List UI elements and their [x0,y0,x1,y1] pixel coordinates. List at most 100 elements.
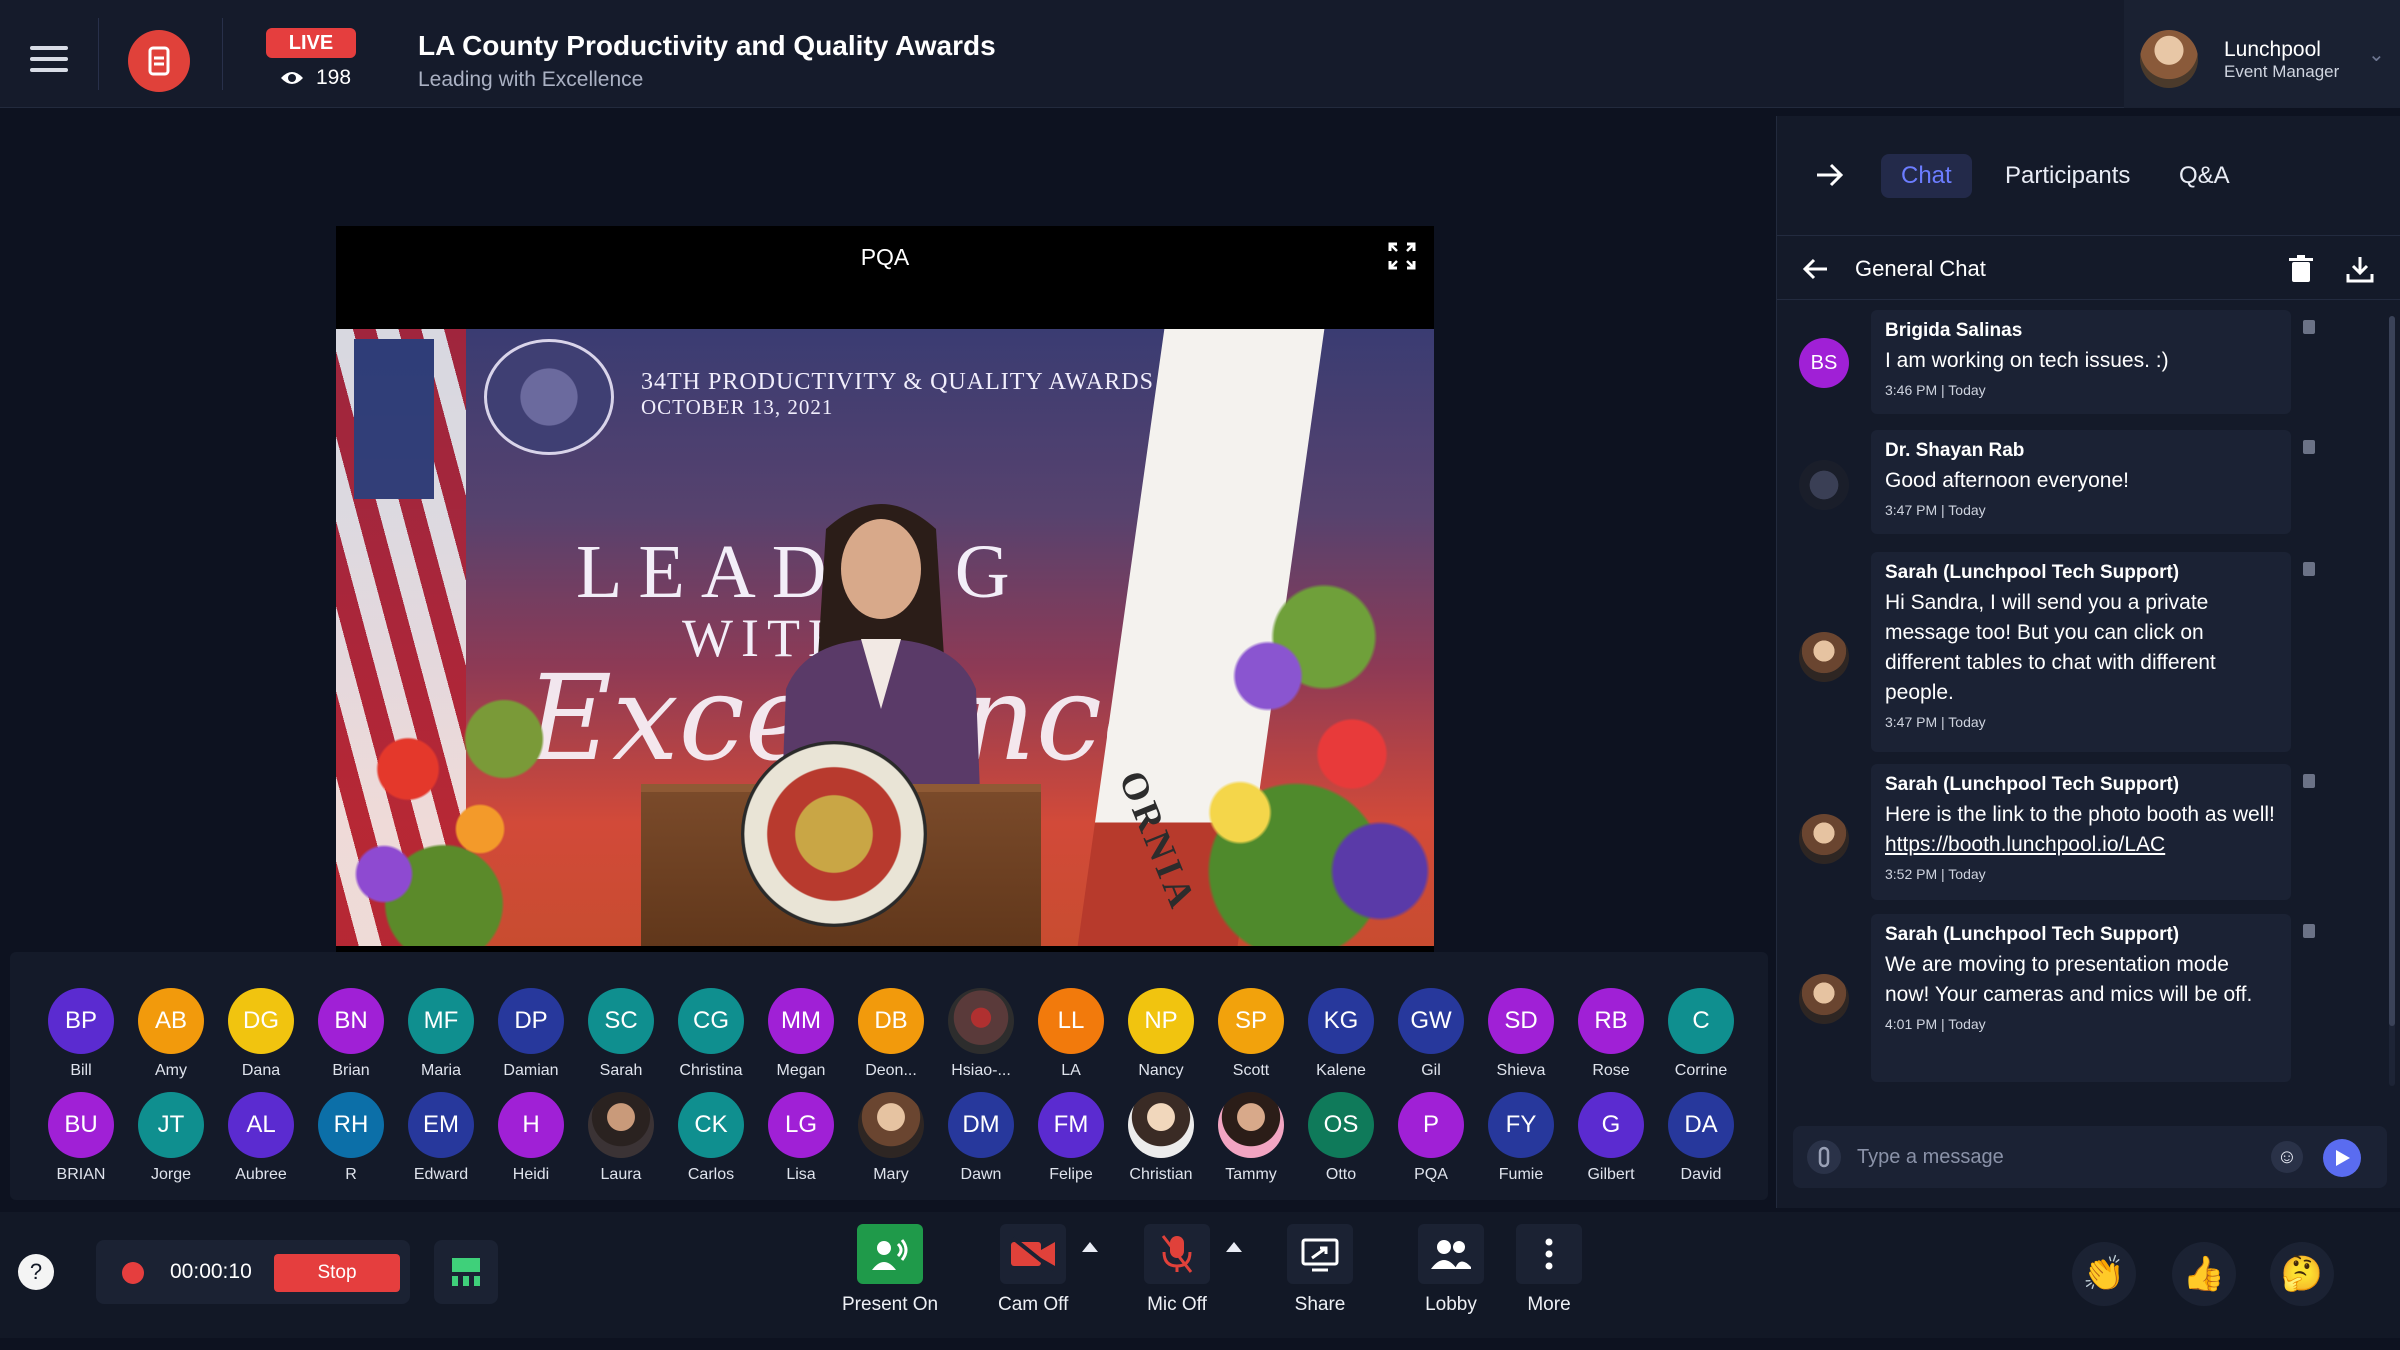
more-button[interactable]: More [1516,1224,1582,1316]
emoji-picker-button[interactable]: ☺ [2271,1141,2303,1173]
camera-label: Cam Off [998,1294,1069,1315]
menu-icon[interactable] [30,46,68,74]
participant-tile[interactable]: Christian [1116,1092,1206,1184]
participant-tile[interactable]: LG Lisa [756,1092,846,1184]
participant-tile[interactable]: BP Bill [36,988,126,1080]
participant-tile[interactable]: G Gilbert [1566,1092,1656,1184]
participant-tile[interactable]: GW Gil [1386,988,1476,1080]
message-sender: Sarah (Lunchpool Tech Support) [1885,774,2180,795]
participant-tile[interactable]: LL LA [1026,988,1116,1080]
participant-tile[interactable]: CG Christina [666,988,756,1080]
participant-tile[interactable]: DP Damian [486,988,576,1080]
participant-tile[interactable]: JT Jorge [126,1092,216,1184]
tab-participants[interactable]: Participants [1985,154,2150,198]
participant-tile[interactable]: BU BRIAN [36,1092,126,1184]
mic-options-caret-icon[interactable] [1226,1242,1242,1252]
participant-tile[interactable]: Hsiao-... [936,988,1026,1080]
participant-tile[interactable]: Mary [846,1092,936,1184]
participant-tile[interactable]: BN Brian [306,988,396,1080]
avatar: BP [48,988,114,1054]
more-vertical-icon [1516,1224,1582,1284]
delete-message-icon[interactable] [2303,320,2315,334]
message-sender: Sarah (Lunchpool Tech Support) [1885,562,2180,583]
participant-tile[interactable]: RB Rose [1566,988,1656,1080]
avatar [1799,460,1849,510]
chat-scrollbar-thumb[interactable] [2389,316,2395,1026]
mic-off-icon [1144,1224,1210,1284]
flowers-left [336,649,576,946]
participant-tile[interactable]: KG Kalene [1296,988,1386,1080]
participant-tile[interactable]: MM Megan [756,988,846,1080]
participant-tile[interactable]: AL Aubree [216,1092,306,1184]
participant-tile[interactable]: EM Edward [396,1092,486,1184]
participant-tile[interactable]: MF Maria [396,988,486,1080]
delete-message-icon[interactable] [2303,440,2315,454]
participant-name: Christina [679,1062,743,1079]
stop-recording-button[interactable]: Stop [274,1254,400,1292]
participant-name: Deon... [865,1062,917,1079]
participant-tile[interactable]: NP Nancy [1116,988,1206,1080]
participant-tile[interactable]: SP Scott [1206,988,1296,1080]
help-icon[interactable]: ? [16,1252,56,1292]
emoji-reaction-button[interactable]: 🤔 [2270,1242,2334,1306]
thumbs-up-reaction-button[interactable]: 👍 [2172,1242,2236,1306]
participant-tile[interactable]: OS Otto [1296,1092,1386,1184]
participant-tile[interactable]: FM Felipe [1026,1092,1116,1184]
arrow-right-icon[interactable] [1813,158,1847,192]
video-label: PQA [860,244,910,270]
participant-tile[interactable]: SC Sarah [576,988,666,1080]
camera-options-caret-icon[interactable] [1082,1242,1098,1252]
participant-tile[interactable]: DM Dawn [936,1092,1026,1184]
participant-tile[interactable]: Laura [576,1092,666,1184]
participant-tile[interactable]: FY Fumie [1476,1092,1566,1184]
tab-qa[interactable]: Q&A [2159,154,2250,198]
arrow-left-icon[interactable] [1801,254,1831,284]
avatar: NP [1128,988,1194,1054]
chat-message-input[interactable] [1857,1136,2257,1178]
chat-room-title: General Chat [1855,256,1986,281]
mic-button[interactable]: Mic Off [1144,1224,1210,1316]
send-button[interactable] [2323,1139,2361,1177]
participant-tile[interactable]: CK Carlos [666,1092,756,1184]
user-menu[interactable]: Lunchpool Event Manager ⌄ [2124,0,2400,108]
lobby-button[interactable]: Lobby [1418,1224,1484,1316]
participant-name: Corrine [1674,1062,1728,1079]
share-screen-icon [1287,1224,1353,1284]
participant-name: Hsiao-... [951,1062,1011,1079]
participant-tile[interactable]: DB Deon... [846,988,936,1080]
participant-name: Damian [503,1062,559,1079]
delete-message-icon[interactable] [2303,562,2315,576]
participant-tile[interactable]: AB Amy [126,988,216,1080]
share-button[interactable]: Share [1287,1224,1353,1316]
message-time: 3:46 PM | Today [1885,382,1986,398]
participant-tile[interactable]: Tammy [1206,1092,1296,1184]
present-button[interactable]: Present On [842,1224,938,1316]
participant-tile[interactable]: RH R [306,1092,396,1184]
lunchpool-logo [128,30,190,92]
avatar: KG [1308,988,1374,1054]
participant-tile[interactable]: SD Shieva [1476,988,1566,1080]
participant-name: Lisa [786,1166,816,1183]
participant-tile[interactable]: DA David [1656,1092,1746,1184]
participant-tile[interactable]: P PQA [1386,1092,1476,1184]
participant-tile[interactable]: DG Dana [216,988,306,1080]
delete-message-icon[interactable] [2303,924,2315,938]
download-icon[interactable] [2345,254,2375,284]
camera-button[interactable]: Cam Off [998,1224,1068,1316]
clap-reaction-button[interactable]: 👏 [2072,1242,2136,1306]
attachment-button[interactable] [1807,1140,1841,1174]
tab-chat[interactable]: Chat [1881,154,1972,198]
layout-button[interactable] [434,1240,498,1304]
participant-tile[interactable]: H Heidi [486,1092,576,1184]
participant-name: Shieva [1496,1062,1546,1079]
photo-booth-link[interactable]: https://booth.lunchpool.io/LAC [1885,833,2165,856]
participant-name: Sarah [599,1062,643,1079]
viewer-count: 198 [280,66,351,90]
delete-message-icon[interactable] [2303,774,2315,788]
chevron-down-icon[interactable]: ⌄ [2368,42,2385,67]
avatar [588,1092,654,1158]
fullscreen-icon[interactable] [1388,242,1416,270]
participant-tile[interactable]: C Corrine [1656,988,1746,1080]
trash-icon[interactable] [2287,254,2315,284]
participant-name: Dana [241,1062,281,1079]
